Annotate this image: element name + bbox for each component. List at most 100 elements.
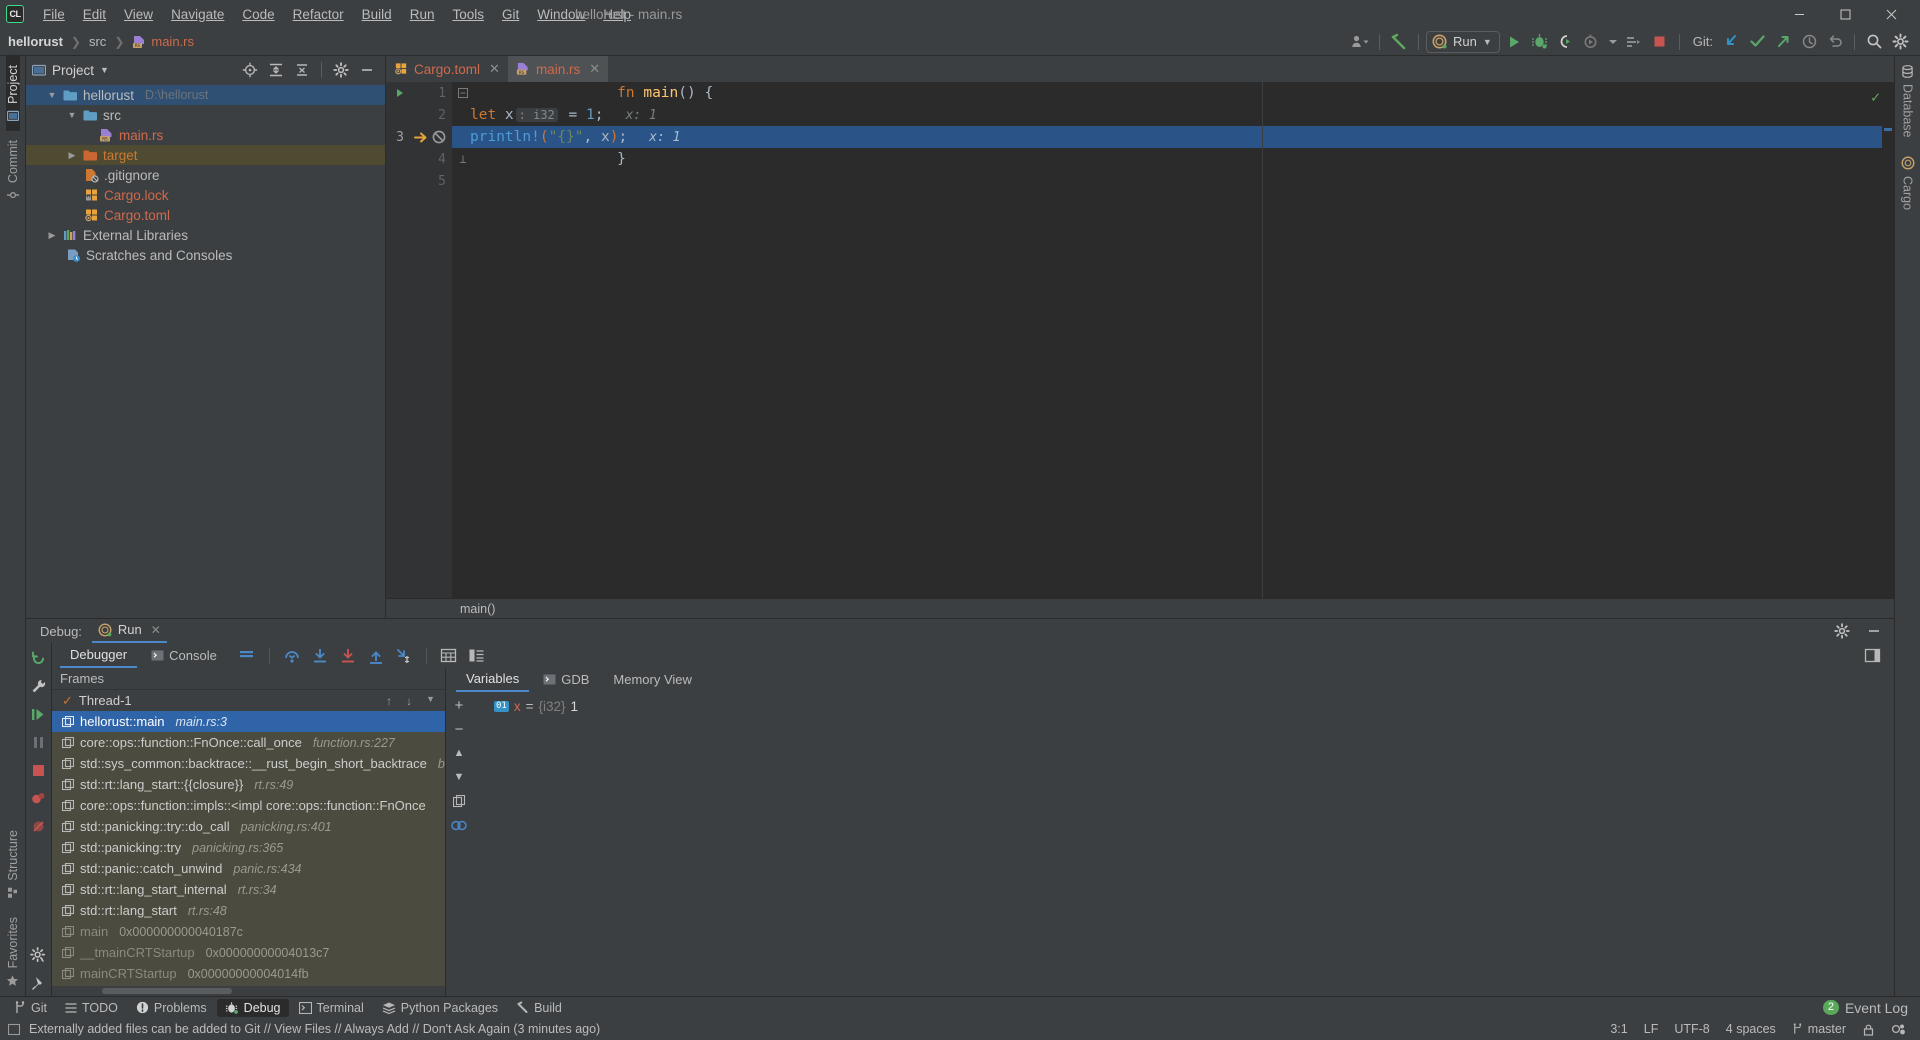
move-watch-down-icon[interactable]: ▼	[448, 766, 470, 788]
debug-settings-icon[interactable]	[27, 942, 51, 968]
tree-node-cargo-lock[interactable]: Cargo.lock	[26, 185, 385, 205]
tree-node-target[interactable]: ▶ target	[26, 145, 385, 165]
pause-program-icon[interactable]	[27, 729, 51, 755]
breadcrumb-item-project[interactable]: hellorust	[8, 34, 63, 49]
editor-gutter[interactable]: 1 2 3	[386, 82, 452, 598]
git-push-icon[interactable]	[1771, 31, 1795, 53]
tab-main-rs[interactable]: RS main.rs ✕	[508, 56, 608, 82]
frames-horizontal-scrollbar[interactable]	[52, 986, 445, 996]
layout-settings-icon[interactable]	[235, 645, 259, 667]
build-hammer-icon[interactable]	[1387, 31, 1411, 53]
menu-build[interactable]: Build	[353, 3, 401, 26]
expand-all-icon[interactable]	[264, 59, 288, 81]
lock-icon[interactable]	[1862, 1023, 1875, 1036]
run-configuration-selector[interactable]: Run ▼	[1426, 31, 1500, 53]
menu-navigate[interactable]: Navigate	[162, 3, 233, 26]
tab-gdb[interactable]: GDB	[533, 669, 599, 691]
menu-view[interactable]: View	[115, 3, 162, 26]
breadcrumb-item-src[interactable]: src	[89, 34, 106, 49]
layout-toggle-icon[interactable]	[465, 645, 489, 667]
tree-node-cargo-toml[interactable]: Cargo.toml	[26, 205, 385, 225]
git-update-icon[interactable]	[1719, 31, 1743, 53]
settings-gear-icon[interactable]	[329, 59, 353, 81]
indent-setting[interactable]: 4 spaces	[1726, 1022, 1776, 1036]
tree-node-external-libraries[interactable]: ▶ External Libraries	[26, 225, 385, 245]
sidebar-item-cargo[interactable]: Cargo	[1901, 147, 1915, 219]
resume-program-icon[interactable]	[27, 701, 51, 727]
frame-row[interactable]: std::panicking::try panicking.rs:365	[52, 837, 445, 858]
frame-up-icon[interactable]: ↑	[386, 694, 392, 708]
chevron-down-icon[interactable]: ▼	[426, 694, 435, 708]
view-breakpoints-icon[interactable]	[27, 785, 51, 811]
menu-git[interactable]: Git	[493, 3, 528, 26]
thread-selector[interactable]: ✓ Thread-1 ↑ ↓ ▼	[52, 690, 445, 711]
chevron-right-icon[interactable]: ▶	[66, 150, 78, 161]
minimize-button[interactable]	[1776, 0, 1822, 28]
sidebar-item-commit[interactable]: Commit	[6, 131, 20, 210]
git-rollback-icon[interactable]	[1823, 31, 1847, 53]
caret-position[interactable]: 3:1	[1610, 1022, 1627, 1036]
close-icon[interactable]: ✕	[151, 623, 161, 637]
debug-attach-icon[interactable]	[1554, 31, 1578, 53]
tab-variables[interactable]: Variables	[456, 668, 529, 692]
chevron-down-icon[interactable]: ▼	[66, 110, 78, 120]
menu-code[interactable]: Code	[233, 3, 283, 26]
debug-session-tab[interactable]: Run ✕	[92, 619, 167, 643]
toolwindow-debug[interactable]: Debug	[217, 999, 289, 1017]
frame-row[interactable]: __tmainCRTStartup 0x00000000004013c7	[52, 942, 445, 963]
settings-gear-icon[interactable]	[1888, 31, 1912, 53]
mute-breakpoints-icon[interactable]	[27, 813, 51, 839]
menu-edit[interactable]: Edit	[74, 3, 115, 26]
frame-row[interactable]: std::panic::catch_unwind panic.rs:434	[52, 858, 445, 879]
frame-row[interactable]: std::panicking::try::do_call panicking.r…	[52, 816, 445, 837]
variables-list[interactable]: 01 x = {i32} 1	[472, 692, 1894, 996]
run-button[interactable]	[1502, 31, 1526, 53]
editor-scrollbar[interactable]	[1882, 82, 1894, 598]
stop-program-icon[interactable]	[27, 757, 51, 783]
inspection-settings-icon[interactable]	[1891, 1022, 1906, 1036]
tree-node-gitignore[interactable]: .gitignore	[26, 165, 385, 185]
rerun-icon[interactable]	[27, 645, 51, 671]
evaluate-expression-icon[interactable]	[437, 645, 461, 667]
tree-node-hellorust[interactable]: ▼ hellorust D:\hellorust	[26, 85, 385, 105]
toolwindow-problems[interactable]: Problems	[128, 999, 215, 1017]
collapse-all-icon[interactable]	[290, 59, 314, 81]
copy-value-icon[interactable]	[448, 790, 470, 812]
select-opened-file-icon[interactable]	[238, 59, 262, 81]
frame-row[interactable]: core::ops::function::impls::<impl core::…	[52, 795, 445, 816]
chevron-right-icon[interactable]: ▶	[46, 230, 58, 241]
gutter-run-marker[interactable]	[390, 87, 426, 99]
tab-cargo-toml[interactable]: Cargo.toml ✕	[386, 56, 508, 82]
status-message[interactable]: Externally added files can be added to G…	[29, 1022, 600, 1036]
maximize-button[interactable]	[1822, 0, 1868, 28]
menu-run[interactable]: Run	[401, 3, 444, 26]
sidebar-item-structure[interactable]: Structure	[6, 821, 20, 908]
search-icon[interactable]	[1862, 31, 1886, 53]
code-text[interactable]: fn main() { let x: i32 = 1;x: 1 println!…	[452, 82, 1894, 598]
menu-file[interactable]: File	[34, 3, 74, 26]
file-encoding[interactable]: UTF-8	[1674, 1022, 1709, 1036]
tree-node-scratches[interactable]: Scratches and Consoles	[26, 245, 385, 265]
git-commit-icon[interactable]	[1745, 31, 1769, 53]
restore-layout-icon[interactable]	[1860, 645, 1884, 667]
hide-panel-icon[interactable]	[1862, 620, 1886, 642]
frame-row[interactable]: main 0x000000000040187c	[52, 921, 445, 942]
hide-panel-icon[interactable]	[355, 59, 379, 81]
frames-list[interactable]: hellorust::main main.rs:3 core::ops::fun…	[52, 711, 445, 986]
run-with-coverage-icon[interactable]	[1580, 31, 1604, 53]
frame-row[interactable]: std::rt::lang_start::{{closure}} rt.rs:4…	[52, 774, 445, 795]
inspect-icon[interactable]	[448, 814, 470, 836]
line-separator[interactable]: LF	[1644, 1022, 1659, 1036]
event-log-label[interactable]: Event Log	[1845, 1000, 1908, 1016]
user-account-icon[interactable]	[1348, 31, 1372, 53]
profiler-icon[interactable]	[1622, 31, 1646, 53]
step-over-icon[interactable]	[280, 645, 304, 667]
close-icon[interactable]: ✕	[489, 61, 500, 77]
git-history-icon[interactable]	[1797, 31, 1821, 53]
step-out-icon[interactable]	[364, 645, 388, 667]
frame-row[interactable]: std::rt::lang_start_internal rt.rs:34	[52, 879, 445, 900]
tab-memory-view[interactable]: Memory View	[603, 669, 702, 691]
menu-refactor[interactable]: Refactor	[284, 3, 353, 26]
close-icon[interactable]: ✕	[589, 61, 600, 77]
tab-console[interactable]: Console	[141, 645, 227, 667]
